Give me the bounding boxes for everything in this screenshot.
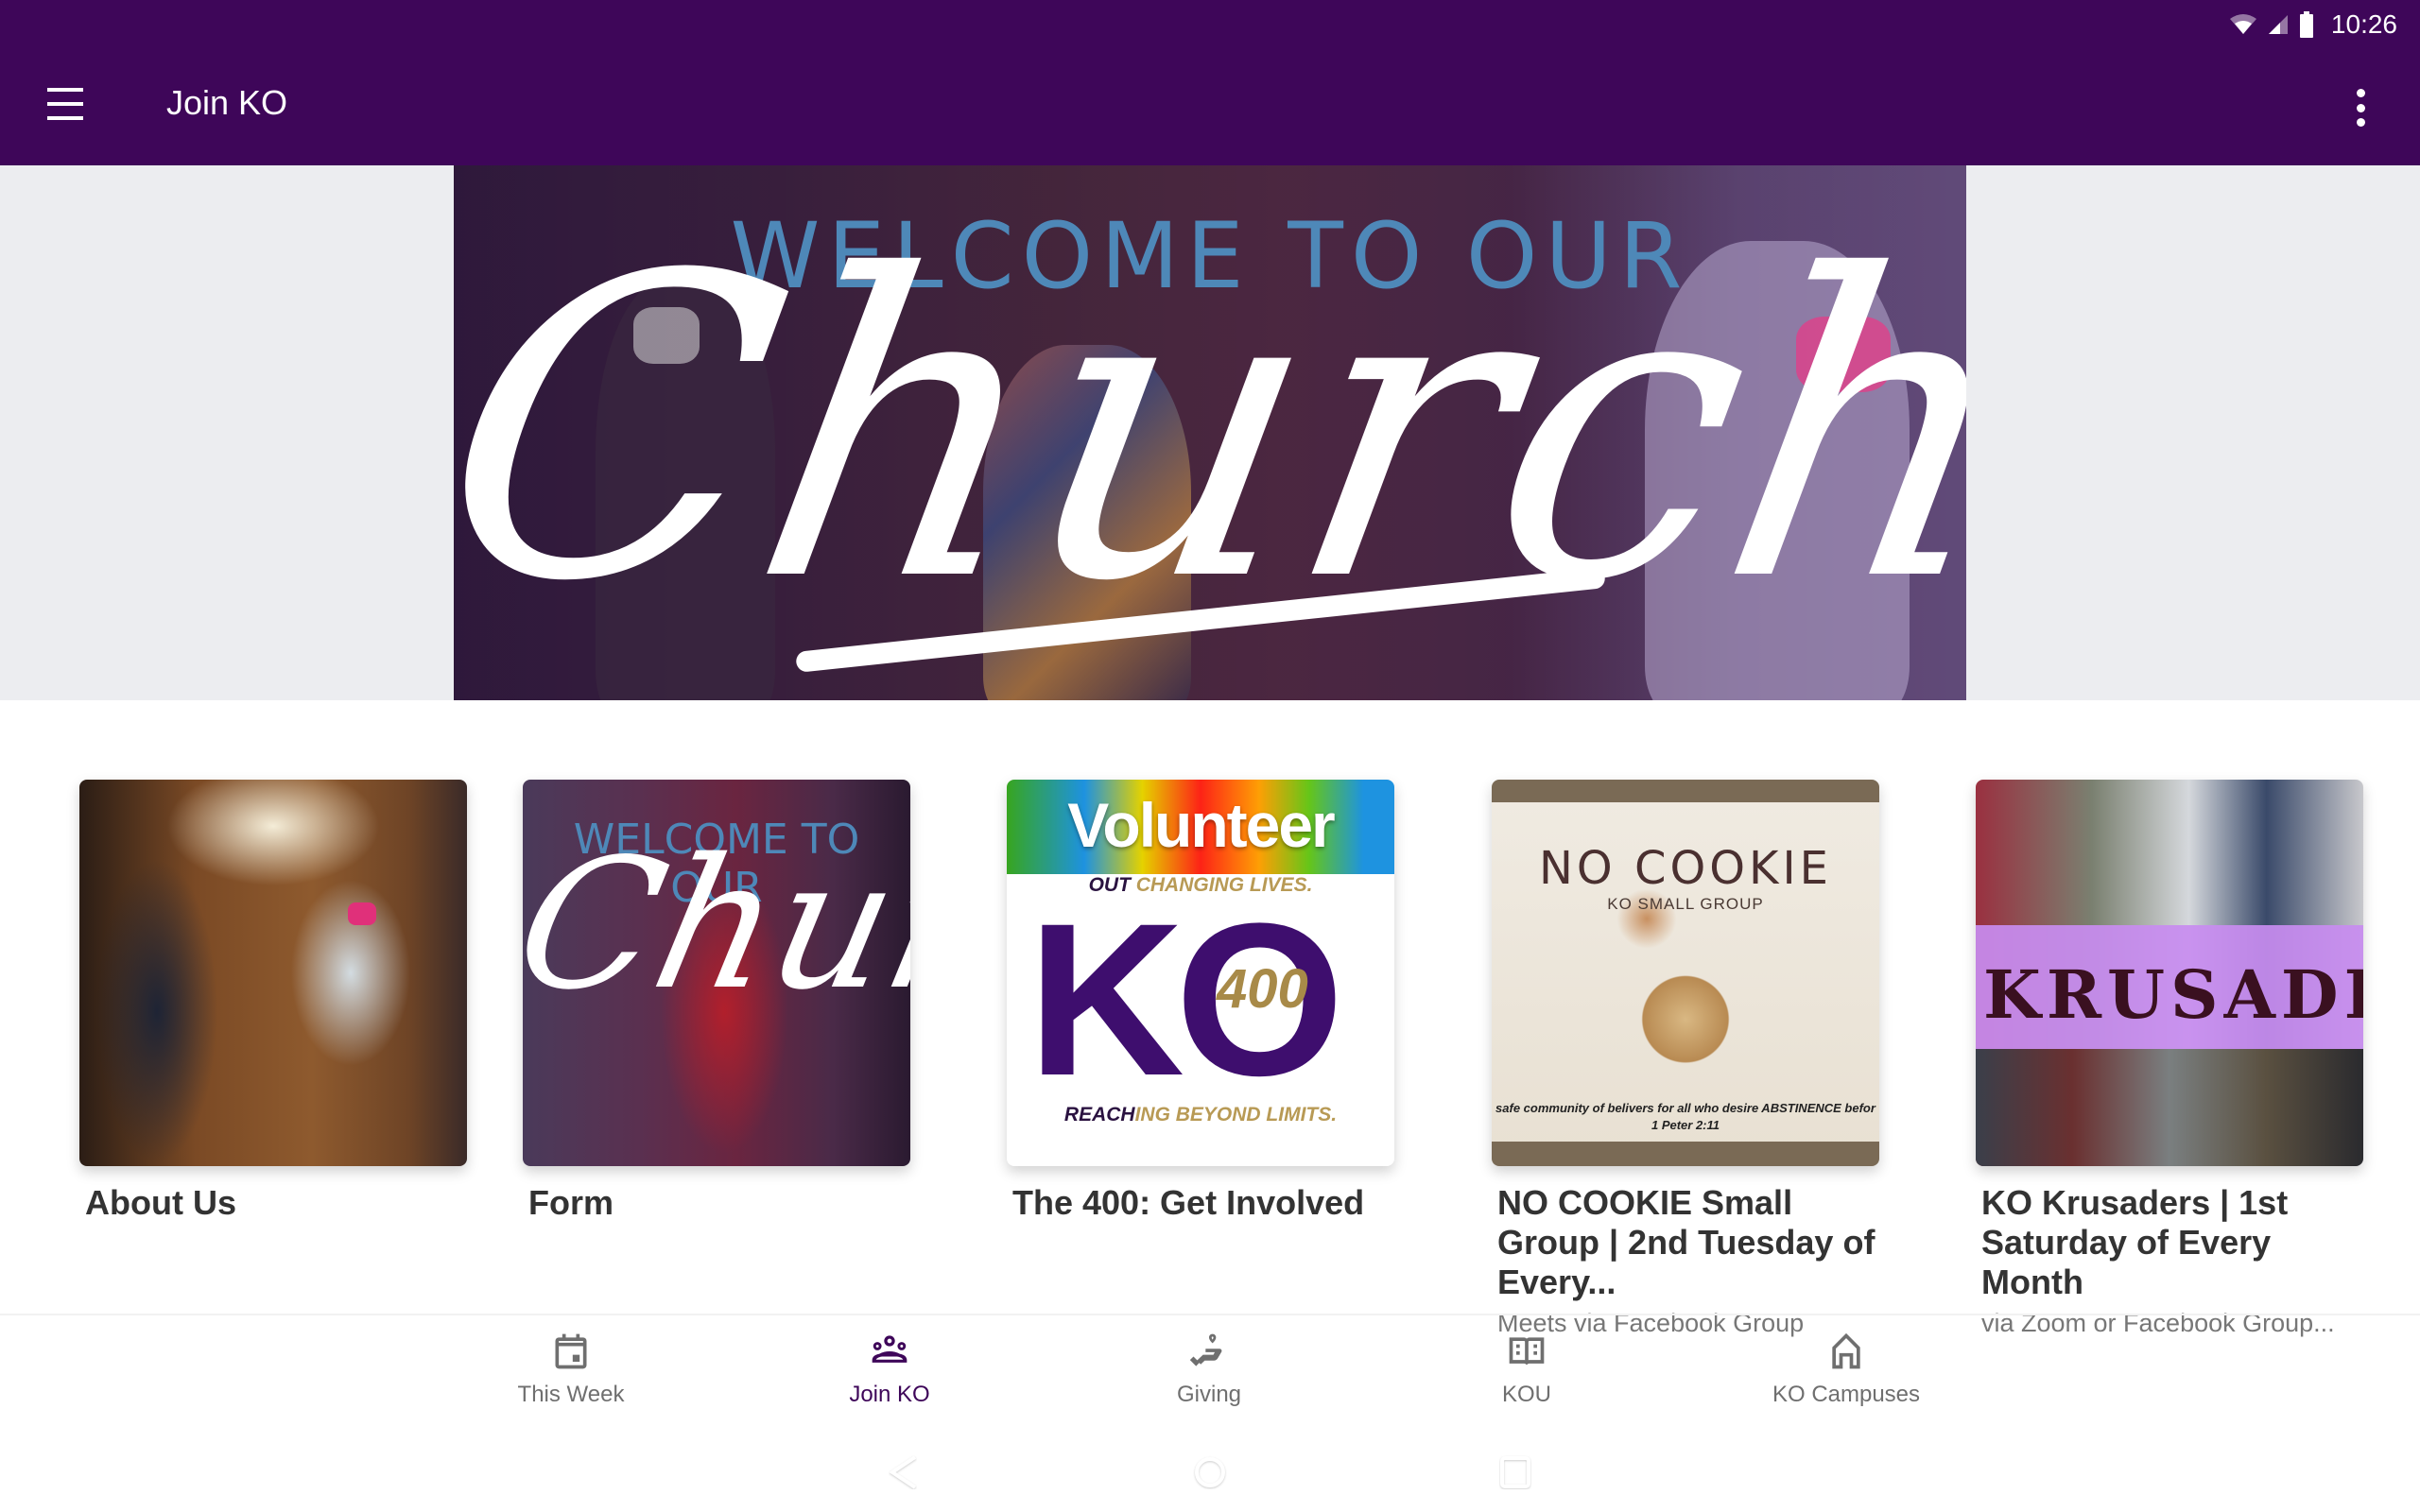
ko-400-number: 400 xyxy=(1217,958,1308,1020)
recents-icon[interactable] xyxy=(1499,1455,1531,1489)
collage-bottom xyxy=(1976,1049,2363,1166)
card-the-400[interactable]: Volunteer OUT CHANGING LIVES. KO 400 REA… xyxy=(1007,780,1394,1223)
open-book-icon xyxy=(1509,1337,1545,1366)
nav-kou[interactable]: KOU xyxy=(1404,1331,1650,1408)
card-image-script-text: Church xyxy=(523,820,910,1029)
home-circle-icon[interactable] xyxy=(1193,1455,1227,1489)
card-image-subheadline: KO SMALL GROUP xyxy=(1607,895,1764,913)
page-title: Join KO xyxy=(166,83,288,122)
nav-ko-campuses[interactable]: KO Campuses xyxy=(1723,1331,1969,1408)
hero-script-text: Church xyxy=(454,188,1966,672)
card-title: KO Krusaders | 1st Saturday of Every Mon… xyxy=(1981,1183,2289,1301)
card-title: NO COOKIE Small Group | 2nd Tuesday of E… xyxy=(1497,1183,1876,1301)
card-image-tagline-2: REACHING BEYOND LIMITS. xyxy=(1007,1104,1394,1126)
card-image xyxy=(79,780,467,1166)
nav-giving[interactable]: Giving xyxy=(1086,1331,1332,1408)
groups-icon xyxy=(872,1335,908,1363)
hamburger-menu-icon xyxy=(47,88,83,92)
card-image: Volunteer OUT CHANGING LIVES. KO 400 REA… xyxy=(1007,780,1394,1166)
back-icon[interactable] xyxy=(889,1455,917,1489)
home-icon xyxy=(1832,1332,1860,1369)
card-image: NO COOKIE KO SMALL GROUP safe community … xyxy=(1492,780,1879,1166)
tagline-dark: REACH xyxy=(1063,1104,1135,1125)
card-image-detail xyxy=(348,902,376,925)
nav-this-week[interactable]: This Week xyxy=(448,1331,694,1408)
card-about-us[interactable]: About Us xyxy=(79,780,467,1223)
hamburger-menu-button[interactable] xyxy=(47,85,85,123)
tagline-gold: ING BEYOND LIMITS. xyxy=(1134,1104,1338,1125)
nav-label: This Week xyxy=(517,1382,625,1407)
card-title: Form xyxy=(528,1183,614,1222)
image-band xyxy=(1492,780,1879,802)
overflow-menu-button[interactable] xyxy=(2346,89,2375,127)
nav-label: Giving xyxy=(1176,1382,1242,1407)
hero-image[interactable]: WELCOME TO OUR Church xyxy=(454,165,1966,700)
card-image: KRUSADE xyxy=(1976,780,2363,1166)
card-ko-krusaders[interactable]: KRUSADE KO Krusaders | 1st Saturday of E… xyxy=(1976,780,2363,1338)
card-title: The 400: Get Involved xyxy=(1012,1183,1365,1222)
card-image: WELCOME TO OUR Church xyxy=(523,780,910,1166)
volunteer-heart-hand-icon xyxy=(1189,1333,1222,1366)
nav-label: KOU xyxy=(1501,1382,1551,1407)
card-image-verse: 1 Peter 2:11 xyxy=(1651,1118,1720,1132)
card-image-headline: Volunteer xyxy=(1067,790,1335,860)
nav-label: Join KO xyxy=(849,1382,930,1407)
card-image-quote: safe community of belivers for all who d… xyxy=(1495,1101,1876,1115)
status-time: 10:26 xyxy=(2330,9,2397,39)
card-image-headline: NO COOKIE xyxy=(1539,842,1832,895)
calendar-icon xyxy=(555,1333,587,1369)
wifi-icon xyxy=(2229,14,2256,34)
more-vertical-icon xyxy=(2356,89,2365,97)
card-image-headline: KRUSADE xyxy=(1983,955,2363,1034)
bottom-navigation: This Week Join KO Giving KOU KO Campuses xyxy=(0,1315,2420,1419)
card-title: About Us xyxy=(85,1183,236,1222)
card-no-cookie[interactable]: NO COOKIE KO SMALL GROUP safe community … xyxy=(1492,780,1879,1338)
app-bar: 10:26 Join KO xyxy=(0,0,2420,165)
nav-label: KO Campuses xyxy=(1772,1382,1921,1407)
battery-icon xyxy=(2299,11,2313,38)
image-band xyxy=(1492,1142,1879,1166)
cell-signal-icon xyxy=(2268,15,2288,34)
card-form[interactable]: WELCOME TO OUR Church Form xyxy=(523,780,910,1223)
hero-banner: WELCOME TO OUR Church xyxy=(0,165,2420,700)
system-navigation-bar xyxy=(0,1427,2420,1512)
status-bar: 10:26 xyxy=(2229,6,2397,43)
nav-join-ko[interactable]: Join KO xyxy=(767,1331,1012,1408)
